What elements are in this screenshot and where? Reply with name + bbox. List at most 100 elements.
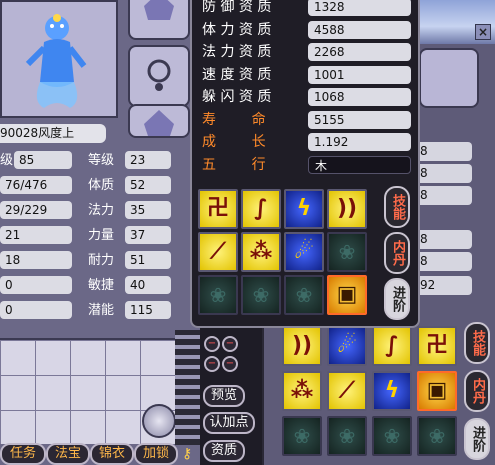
stat-value: 0 <box>0 301 72 319</box>
empty-slot-icon[interactable]: ❀ <box>417 416 457 456</box>
close-icon[interactable]: × <box>475 24 491 40</box>
attribute-value: 35 <box>125 201 171 219</box>
aptitude-row: 速 度 资 质 1001 <box>200 65 411 85</box>
water-skill-icon[interactable]: ☄ <box>327 326 367 366</box>
dots-skill-icon[interactable]: ⁂ <box>282 371 322 411</box>
stat-value: 18 <box>0 251 72 269</box>
wave-skill-icon[interactable]: )) <box>282 326 322 366</box>
stat-value: 85 <box>14 151 72 169</box>
empty-slot-icon[interactable]: ❀ <box>198 275 238 315</box>
special-skill-icon[interactable]: ▣ <box>327 275 367 315</box>
ornament-icon <box>142 404 176 438</box>
empty-slot-icon[interactable]: ❀ <box>241 275 281 315</box>
meander-border <box>175 330 200 445</box>
advance-tab-button[interactable]: 进阶 <box>384 278 410 320</box>
fist-skill-icon[interactable]: 卍 <box>198 189 238 229</box>
skill-grid: 卍 ∫ ϟ)) ⟋ ⁂ ☄ ❀ ❀ ❀ ❀ ▣ <box>198 189 367 315</box>
fist-skill-icon[interactable]: 卍 <box>417 326 457 366</box>
stat-value: 21 <box>0 226 72 244</box>
aptitude-row: 防 御 资 质 1328 <box>200 0 411 17</box>
back-item-slot[interactable] <box>419 48 479 108</box>
aptitude-row: 寿 命 5155 <box>200 110 411 130</box>
inner-core-tab-button[interactable]: 内丹 <box>464 370 490 412</box>
aptitude-value: 1328 <box>308 0 411 16</box>
pet-name-field[interactable]: 90028风度上 <box>0 124 106 143</box>
empty-slot-icon[interactable]: ❀ <box>372 416 412 456</box>
aptitude-label: 体 力 资 质 <box>202 21 272 38</box>
special-skill-icon[interactable]: ▣ <box>417 371 457 411</box>
empty-slot-icon[interactable]: ❀ <box>284 275 324 315</box>
aptitude-value: 5155 <box>308 110 411 129</box>
slash-skill-icon[interactable]: ⟋ <box>198 232 238 272</box>
costume-button[interactable]: 锦衣 <box>90 443 134 465</box>
back-stat-value: 8 <box>414 252 472 271</box>
aptitude-value: 2268 <box>308 43 411 61</box>
aptitude-button[interactable]: 资质 <box>203 440 245 462</box>
stat-label: 级 <box>0 153 14 168</box>
aptitude-row: 五 行木 <box>200 155 411 175</box>
skill-glyph: ☄ <box>294 239 314 264</box>
lightning-skill-icon[interactable]: ϟ <box>372 371 412 411</box>
decrease-arrow-icon[interactable]: − <box>222 356 238 372</box>
claw-skill-icon[interactable]: ∫ <box>241 189 281 229</box>
aptitude-row: 成 长 1.192 <box>200 132 411 152</box>
equip-slot-2[interactable] <box>128 45 190 107</box>
pet-model-icon <box>25 14 87 108</box>
attribute-label: 法力 <box>88 203 115 218</box>
wave-skill-icon[interactable]: )) <box>327 189 367 229</box>
water-skill-icon[interactable]: ☄ <box>284 232 324 272</box>
aptitude-value: 1001 <box>308 65 411 84</box>
skill-glyph: ❀ <box>338 240 356 264</box>
task-button[interactable]: 任务 <box>0 443 46 465</box>
skill-glyph: ∫ <box>385 333 399 358</box>
skill-glyph: ❀ <box>338 424 356 448</box>
slash-skill-icon[interactable]: ⟋ <box>327 371 367 411</box>
aptitude-label: 防 御 资 质 <box>202 0 272 15</box>
lightning-skill-icon[interactable]: ϟ <box>284 189 324 229</box>
attribute-label: 敏捷 <box>88 278 115 293</box>
skill-glyph: ⟋ <box>339 378 355 403</box>
back-stat-value: 8 <box>414 186 472 205</box>
attribute-value: 40 <box>125 276 171 294</box>
empty-slot-icon[interactable]: ❀ <box>327 232 367 272</box>
skill-glyph: ❀ <box>209 283 227 307</box>
stat-value: 76/476 <box>0 176 72 194</box>
attribute-value: 37 <box>125 226 171 244</box>
dots-skill-icon[interactable]: ⁂ <box>241 232 281 272</box>
aptitude-label: 五 行 <box>202 156 266 173</box>
empty-slot-icon[interactable]: ❀ <box>282 416 322 456</box>
decrease-arrow-icon[interactable]: − <box>204 356 220 372</box>
skill-glyph: )) <box>291 333 313 358</box>
aptitude-row: 体 力 资 质 4588 <box>200 20 411 40</box>
equip-slot-1[interactable] <box>128 0 190 40</box>
lock-button[interactable]: 加锁 <box>134 443 178 465</box>
equip-slot-3[interactable] <box>128 104 190 138</box>
aptitude-value: 1068 <box>308 88 411 106</box>
attribute-value: 52 <box>125 176 171 194</box>
skills-tab-button[interactable]: 技能 <box>464 322 490 364</box>
pet-portrait <box>0 0 118 118</box>
back-stat-value: 8 <box>414 142 472 161</box>
necklace-icon <box>147 59 171 91</box>
attribute-label: 力量 <box>88 228 115 243</box>
attribute-label: 等级 <box>88 153 115 168</box>
stat-row: 29/229 法力 35 <box>0 201 200 220</box>
skill-glyph: 卍 <box>206 196 229 221</box>
treasure-button[interactable]: 法宝 <box>46 443 90 465</box>
skills-tab-button[interactable]: 技能 <box>384 186 410 228</box>
empty-slot-icon[interactable]: ❀ <box>327 416 367 456</box>
claw-skill-icon[interactable]: ∫ <box>372 326 412 366</box>
confirm-points-button[interactable]: 认加点 <box>203 412 255 434</box>
decrease-arrow-icon[interactable]: − <box>222 336 238 352</box>
back-stat-value: 8 <box>414 164 472 183</box>
preview-button[interactable]: 预览 <box>203 385 245 407</box>
aptitude-label: 寿 命 <box>202 111 266 128</box>
advance-tab-button[interactable]: 进阶 <box>464 418 490 460</box>
inner-core-tab-button[interactable]: 内丹 <box>384 232 410 274</box>
stat-row: 76/476 体质 52 <box>0 176 200 195</box>
aptitude-label: 躲 闪 资 质 <box>202 89 272 105</box>
decrease-arrow-icon[interactable]: − <box>204 336 220 352</box>
attribute-value: 51 <box>125 251 171 269</box>
skill-glyph: ϟ <box>296 196 312 221</box>
skill-glyph: )) <box>336 196 358 221</box>
